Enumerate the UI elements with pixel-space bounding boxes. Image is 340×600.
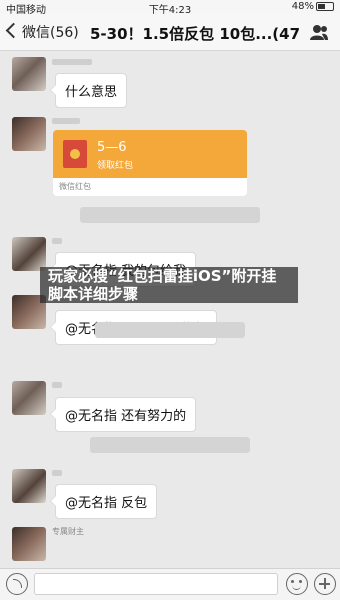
chat-messages[interactable]: 什么意思 5—6 领取红包 微信红包 @无名指 我的包给我 @无名指 反两个7.… <box>0 51 340 568</box>
chevron-left-icon <box>5 22 22 39</box>
plus-icon[interactable] <box>314 573 336 595</box>
message-bubble[interactable]: 什么意思 <box>49 73 128 108</box>
chat-title: 5-30！1.5倍反包 10包...(47) <box>90 25 300 43</box>
group-info-icon[interactable] <box>310 24 328 40</box>
emoji-icon[interactable] <box>286 573 308 595</box>
avatar[interactable] <box>12 57 46 91</box>
battery-icon <box>316 1 334 11</box>
avatar[interactable] <box>12 117 46 151</box>
back-label: 微信(56) <box>22 25 79 41</box>
system-notice-blurred <box>0 207 340 227</box>
battery-percent: 48% <box>291 1 314 12</box>
nav-bar: 微信(56) 5-30！1.5倍反包 10包...(47) <box>0 14 340 51</box>
battery-indicator: 48% <box>292 1 334 12</box>
avatar[interactable] <box>12 527 46 561</box>
promo-banner: 玩家必搜“红包扫雷挂iOS”附开挂脚本详细步骤 <box>40 267 298 303</box>
message-input[interactable] <box>34 573 278 595</box>
voice-icon[interactable] <box>6 573 28 595</box>
red-packet-footer: 微信红包 <box>53 178 247 196</box>
sender-name-blurred <box>52 470 62 476</box>
back-button[interactable]: 微信(56) <box>5 22 79 42</box>
red-packet-body: 5—6 领取红包 <box>53 130 247 178</box>
system-notice-blurred <box>0 437 340 457</box>
avatar[interactable] <box>12 237 46 271</box>
sender-name-blurred <box>52 59 92 65</box>
sender-name-blurred <box>52 238 62 244</box>
status-bar: 中国移动 下午4:23 48% <box>0 0 340 16</box>
red-packet-action: 领取红包 <box>97 161 134 171</box>
input-bar <box>0 568 340 600</box>
sender-name-blurred <box>52 118 80 124</box>
red-envelope-icon <box>63 140 87 168</box>
message-bubble[interactable]: @无名指 反包 <box>49 484 158 519</box>
red-packet-message[interactable]: 5—6 领取红包 微信红包 <box>53 130 247 196</box>
red-packet-amount: 5—6 <box>97 140 127 155</box>
avatar[interactable] <box>12 381 46 415</box>
sender-name: 专属财主 <box>52 527 84 536</box>
message-bubble[interactable]: @无名指 还有努力的 <box>49 397 197 432</box>
system-notice-blurred <box>0 322 340 342</box>
sender-name-blurred <box>52 382 62 388</box>
avatar[interactable] <box>12 469 46 503</box>
